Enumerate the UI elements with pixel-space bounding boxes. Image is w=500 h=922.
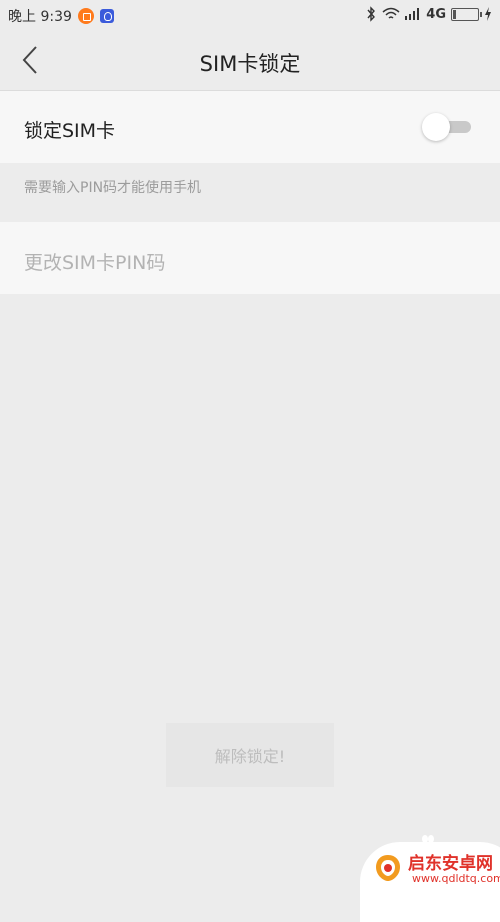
network-type: 4G [426,6,446,22]
battery-icon [451,7,482,21]
lock-sim-row[interactable]: 锁定SIM卡 [0,91,500,163]
bluetooth-icon [367,6,376,22]
toggle-knob [422,113,450,141]
lock-sim-label: 锁定SIM卡 [24,120,116,142]
wifi-icon [382,7,400,19]
watermark-logo-icon [376,855,400,881]
signal-icon [405,8,420,20]
shield-app-icon [99,9,114,23]
unlock-button: 解除锁定! [166,723,334,787]
change-pin-label: 更改SIM卡PIN码 [24,252,166,274]
change-pin-row: 更改SIM卡PIN码 [0,222,500,294]
orange-app-icon [77,8,94,24]
status-bar: 晚上 9:39 4G [0,0,500,30]
page-title: SIM卡锁定 [199,52,301,76]
header: SIM卡锁定 [0,30,500,90]
watermark-url: www.qdldtq.com [412,872,500,885]
status-time: 晚上 9:39 [8,9,72,25]
watermark-name: 启东安卓网 [408,854,493,874]
pin-hint-text: 需要输入PIN码才能使用手机 [24,180,202,196]
charging-icon [485,7,491,21]
lock-sim-toggle[interactable] [422,113,472,141]
